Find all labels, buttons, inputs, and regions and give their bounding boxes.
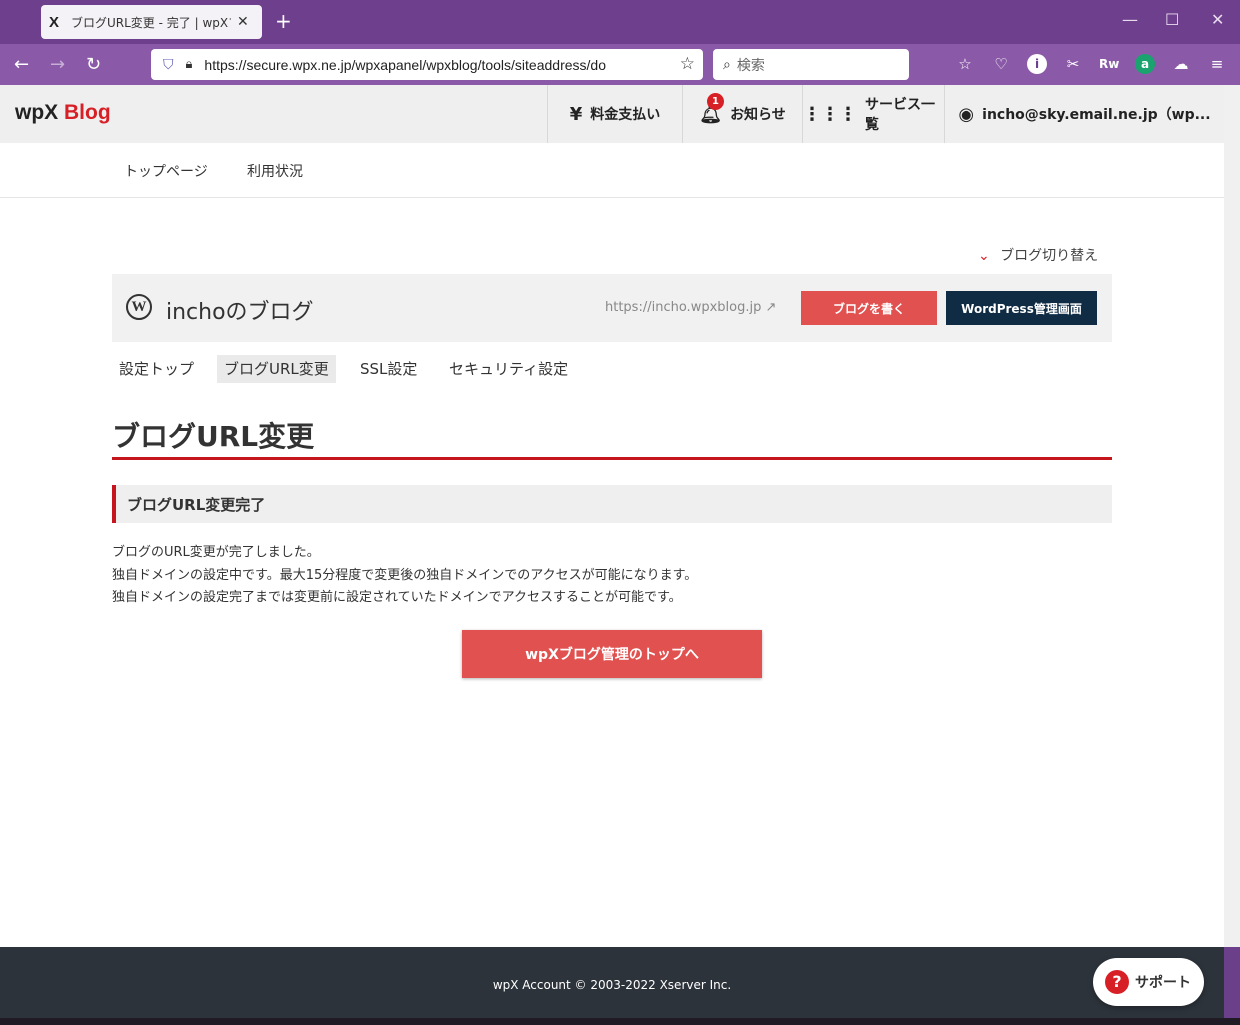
- external-link-icon: ↗: [765, 300, 777, 315]
- subnav-top-page[interactable]: トップページ: [124, 161, 208, 181]
- search-icon: ⌕: [723, 56, 731, 73]
- message-line: ブログのURL変更が完了しました。: [112, 545, 320, 560]
- close-icon[interactable]: ✕: [237, 14, 249, 30]
- section-heading: ブログURL変更完了: [112, 485, 1112, 523]
- a-extension-icon[interactable]: a: [1135, 54, 1155, 74]
- user-icon: ◉: [958, 103, 975, 125]
- back-icon[interactable]: ←: [14, 54, 29, 75]
- notification-badge: 1: [707, 93, 724, 110]
- subnav-usage[interactable]: 利用状況: [247, 161, 303, 181]
- blog-url-link[interactable]: https://incho.wpxblog.jp ↗: [605, 300, 776, 315]
- tab-settings-top[interactable]: 設定トップ: [112, 355, 201, 383]
- subnav: トップページ 利用状況: [0, 143, 1224, 198]
- notifications-button[interactable]: 🔔︎ 1 お知らせ: [682, 85, 802, 143]
- message-line: 独自ドメインの設定中です。最大15分程度で変更後の独自ドメインでのアクセスが可能…: [112, 568, 698, 583]
- tab-blog-url-change[interactable]: ブログURL変更: [217, 355, 336, 383]
- browser-tab[interactable]: X ブログURL変更 - 完了 | wpXブログ ✕: [41, 5, 262, 39]
- services-button[interactable]: ⋮⋮⋮ サービス一覧: [802, 85, 944, 143]
- yen-icon: ¥: [569, 103, 583, 125]
- minimize-icon[interactable]: —: [1122, 10, 1138, 29]
- account-button[interactable]: ◉ incho@sky.email.ne.jp（wp...: [944, 85, 1224, 143]
- search-input[interactable]: ⌕ 検索: [713, 49, 909, 80]
- new-tab-icon[interactable]: +: [275, 9, 292, 33]
- screenshot-icon[interactable]: ✂: [1063, 54, 1083, 74]
- chevron-down-icon: ⌄: [978, 248, 990, 264]
- rw-extension-icon[interactable]: Rw: [1099, 54, 1119, 74]
- page: wpX Blog ¥ 料金支払い 🔔︎ 1 お知らせ ⋮⋮⋮ サービス一覧 ◉ …: [0, 85, 1224, 947]
- support-button[interactable]: ? サポート: [1093, 958, 1204, 1006]
- tab-security-settings[interactable]: セキュリティ設定: [442, 355, 575, 383]
- back-to-top-button[interactable]: wpXブログ管理のトップへ: [462, 630, 762, 678]
- reload-icon[interactable]: ↻: [86, 54, 101, 75]
- cloud-icon[interactable]: ☁: [1171, 54, 1191, 74]
- info-extension-icon[interactable]: i: [1027, 54, 1047, 74]
- bookmarks-icon[interactable]: ☆: [955, 54, 975, 74]
- tab-title: ブログURL変更 - 完了 | wpXブログ: [71, 15, 231, 30]
- wordpress-admin-button[interactable]: WordPress管理画面: [946, 291, 1097, 325]
- pocket-icon[interactable]: ♡: [991, 54, 1011, 74]
- copyright: wpX Account © 2003-2022 Xserver Inc.: [492, 978, 732, 992]
- blog-switch-link[interactable]: ⌄ ブログ切り替え: [978, 245, 1098, 265]
- blog-name: inchoのブログ: [166, 300, 314, 325]
- forward-icon[interactable]: →: [50, 54, 65, 75]
- window-close-icon[interactable]: ✕: [1211, 10, 1224, 29]
- shield-icon[interactable]: ⛉: [163, 57, 174, 73]
- bookmark-star-icon[interactable]: ☆: [680, 54, 695, 74]
- menu-icon[interactable]: ≡: [1207, 54, 1227, 74]
- address-bar[interactable]: ⛉ 🔒︎ https://secure.wpx.ne.jp/wpxapanel/…: [151, 49, 703, 80]
- site-header: wpX Blog ¥ 料金支払い 🔔︎ 1 お知らせ ⋮⋮⋮ サービス一覧 ◉ …: [0, 85, 1224, 143]
- wpx-favicon-icon: X: [49, 13, 60, 31]
- taskbar-strip: [0, 1018, 1240, 1025]
- url-text: https://secure.wpx.ne.jp/wpxapanel/wpxbl…: [204, 56, 606, 73]
- browser-tabbar: X ブログURL変更 - 完了 | wpXブログ ✕ + — ☐ ✕: [0, 0, 1240, 44]
- search-placeholder: 検索: [736, 57, 765, 74]
- message-line: 独自ドメインの設定完了までは変更前に設定されていたドメインでアクセスすることが可…: [112, 590, 682, 605]
- wpx-blog-logo[interactable]: wpX Blog: [15, 101, 111, 125]
- help-icon: ?: [1105, 970, 1129, 994]
- tab-ssl-settings[interactable]: SSL設定: [353, 355, 424, 383]
- blog-card: W inchoのブログ https://incho.wpxblog.jp ↗ ブ…: [112, 274, 1112, 342]
- payment-button[interactable]: ¥ 料金支払い: [547, 85, 682, 143]
- title-divider: [112, 457, 1112, 460]
- wordpress-icon: W: [126, 294, 152, 320]
- lock-icon[interactable]: 🔒︎: [186, 57, 193, 72]
- write-blog-button[interactable]: ブログを書く: [801, 291, 937, 325]
- page-title: ブログURL変更: [112, 420, 315, 453]
- browser-navbar: ← → ↻ ⛉ 🔒︎ https://secure.wpx.ne.jp/wpxa…: [0, 44, 1240, 85]
- grid-icon: ⋮⋮⋮: [803, 103, 857, 125]
- maximize-icon[interactable]: ☐: [1165, 10, 1179, 29]
- footer: wpX Account © 2003-2022 Xserver Inc.: [0, 947, 1224, 1018]
- scrollbar[interactable]: [1224, 85, 1240, 947]
